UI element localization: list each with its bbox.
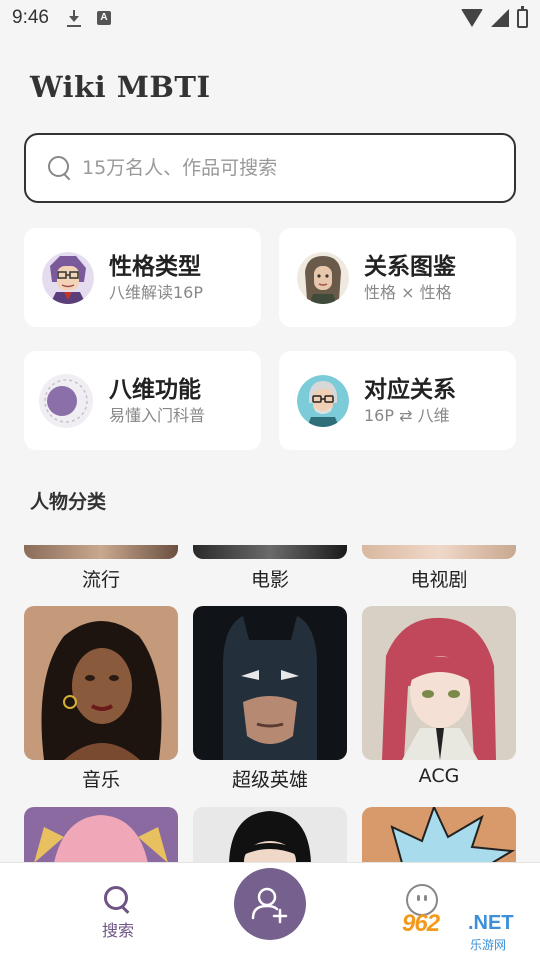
- card-title: 关系图鉴: [364, 253, 456, 280]
- avatar-old-man-icon: [297, 374, 349, 427]
- category-label: ACG: [418, 765, 460, 787]
- category-thumb-idol[interactable]: [193, 807, 347, 863]
- battery-icon: [517, 5, 528, 28]
- category-music[interactable]: 音乐: [24, 606, 178, 792]
- category-thumb-acg: [362, 606, 516, 760]
- search-icon: [46, 154, 74, 182]
- app-title: Wiki MBTI: [30, 70, 211, 104]
- category-thumb-anime-girl[interactable]: [24, 807, 178, 863]
- card-title: 对应关系: [364, 376, 456, 403]
- card-title: 性格类型: [109, 253, 201, 280]
- watermark-number: 962: [402, 910, 440, 937]
- search-icon: [103, 885, 133, 915]
- search-input[interactable]: [82, 157, 462, 179]
- category-thumb-tv[interactable]: [362, 545, 516, 559]
- category-thumb-pop[interactable]: [24, 545, 178, 559]
- card-eight-functions[interactable]: 八维功能 易懂入门科普: [24, 351, 261, 450]
- add-person-icon: [251, 887, 288, 924]
- category-label[interactable]: 流行: [24, 565, 178, 592]
- category-thumb-music: [24, 606, 178, 760]
- category-label[interactable]: 电影: [193, 565, 347, 592]
- nav-search-tab[interactable]: 搜索: [90, 885, 146, 941]
- wifi-icon: [461, 9, 483, 27]
- status-bar: 9:46 A: [0, 0, 540, 36]
- avatar-glasses-woman-icon: [42, 251, 94, 304]
- notification-a-icon: A: [96, 11, 111, 25]
- watermark-net: .NET: [468, 912, 514, 934]
- nav-search-label: 搜索: [101, 921, 134, 940]
- card-relationship-guide[interactable]: 关系图鉴 性格 × 性格: [279, 228, 516, 327]
- site-watermark-logo: 962 .NET 乐游网: [398, 908, 536, 958]
- purple-circle-icon: [38, 373, 94, 429]
- watermark-cn: 乐游网: [470, 938, 507, 952]
- card-personality-types[interactable]: 性格类型 八维解读16P: [24, 228, 261, 327]
- category-thumb-movie[interactable]: [193, 545, 347, 559]
- category-label: 超级英雄: [231, 769, 308, 791]
- section-title: 人物分类: [30, 491, 107, 513]
- card-subtitle: 易懂入门科普: [109, 405, 206, 425]
- card-correspondence[interactable]: 对应关系 16P ⇄ 八维: [279, 351, 516, 450]
- card-subtitle: 16P ⇄ 八维: [364, 405, 450, 425]
- card-subtitle: 八维解读16P: [109, 282, 204, 302]
- search-bar[interactable]: [24, 133, 516, 203]
- category-thumb-superhero: [193, 606, 347, 760]
- category-label: 音乐: [81, 769, 120, 791]
- status-time: 9:46: [12, 7, 49, 28]
- add-person-button[interactable]: [234, 868, 306, 940]
- avatar-long-hair-woman-icon: [297, 251, 349, 304]
- card-title: 八维功能: [109, 376, 201, 403]
- cellular-signal-icon: [491, 9, 509, 27]
- category-thumb-cartoon[interactable]: [362, 807, 516, 863]
- card-subtitle: 性格 × 性格: [364, 282, 452, 302]
- category-label[interactable]: 电视剧: [362, 565, 516, 592]
- download-icon: [66, 9, 81, 27]
- category-acg[interactable]: ACG: [362, 606, 516, 787]
- category-superhero[interactable]: 超级英雄: [193, 606, 347, 792]
